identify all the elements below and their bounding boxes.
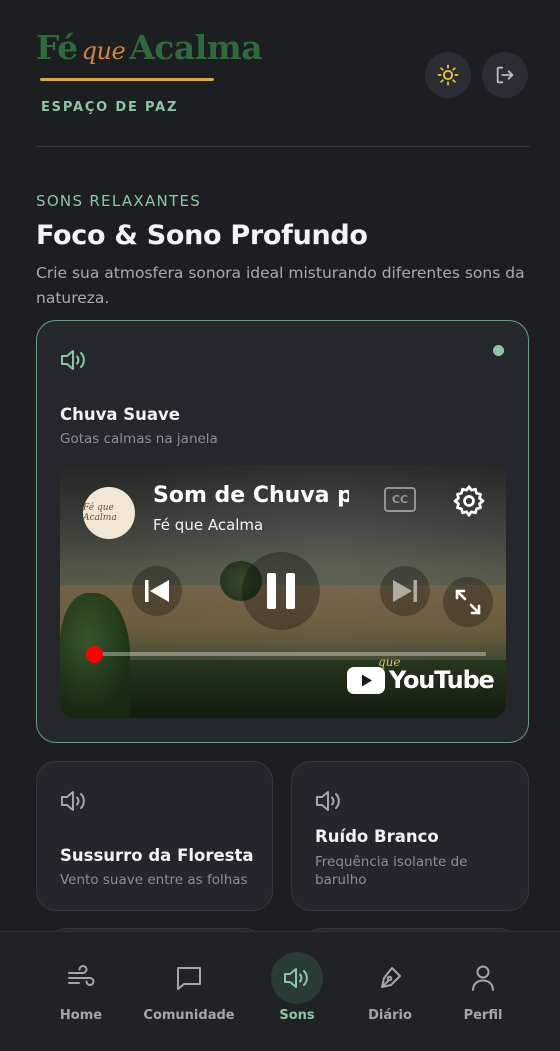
skip-previous-icon <box>145 580 169 602</box>
nav-home[interactable]: Home <box>31 932 131 1032</box>
sound-card-chuva-suave[interactable]: Chuva Suave Gotas calmas na janela Fé qu… <box>36 320 529 743</box>
video-title[interactable]: Som de Chuva pa <box>153 483 349 508</box>
wind-icon <box>68 965 95 986</box>
sound-subtitle: Vento suave entre as folhas <box>60 872 248 888</box>
gear-icon[interactable] <box>451 483 487 519</box>
speaker-icon <box>61 791 85 811</box>
next-button[interactable] <box>380 566 430 616</box>
nav-label: Perfil <box>463 1008 503 1023</box>
nav-perfil[interactable]: Perfil <box>433 932 533 1032</box>
fullscreen-button[interactable] <box>443 577 493 627</box>
chat-icon <box>177 967 201 990</box>
user-icon <box>472 965 494 991</box>
header-divider <box>36 146 530 147</box>
youtube-logo[interactable]: YouTube <box>347 666 495 694</box>
pen-icon <box>381 967 401 988</box>
nav-label: Comunidade <box>143 1008 235 1023</box>
speaker-icon <box>284 968 308 988</box>
youtube-wordmark: YouTube <box>389 666 495 694</box>
logo-word-fe: Fé <box>36 28 78 67</box>
theme-toggle-button[interactable] <box>425 52 471 98</box>
sound-subtitle: Frequência isolante de barulho <box>315 854 468 888</box>
nav-label: Home <box>59 1008 103 1023</box>
skip-next-icon <box>393 580 417 602</box>
tagline: ESPAÇO DE PAZ <box>41 100 179 115</box>
section-description: Crie sua atmosfera sonora ideal misturan… <box>36 264 525 307</box>
speaker-icon <box>316 791 340 811</box>
nav-comunidade[interactable]: Comunidade <box>139 932 239 1032</box>
section-label: SONS RELAXANTES <box>36 192 202 210</box>
sound-card-sussurro-da-floresta[interactable]: Sussurro da Floresta Vento suave entre a… <box>36 761 273 911</box>
progress-bar[interactable] <box>86 652 486 656</box>
sound-subtitle: Gotas calmas na janela <box>60 431 218 447</box>
logout-icon <box>496 66 514 84</box>
sound-title: Ruído Branco <box>315 827 439 846</box>
pause-button[interactable] <box>242 552 320 630</box>
nav-label: Sons <box>279 1008 315 1023</box>
logout-button[interactable] <box>482 52 528 98</box>
app-logo[interactable]: Fé que Acalma <box>36 28 263 67</box>
youtube-play-icon <box>347 666 385 694</box>
fullscreen-icon <box>455 589 481 615</box>
nav-diario[interactable]: Diário <box>340 932 440 1032</box>
active-indicator <box>493 345 504 356</box>
nav-sons[interactable]: Sons <box>247 932 347 1032</box>
sound-title: Sussurro da Floresta <box>60 846 254 865</box>
channel-avatar[interactable]: Fé que Acalma <box>83 487 135 539</box>
sound-title: Chuva Suave <box>60 405 180 424</box>
youtube-player[interactable]: Fé que Acalma Som de Chuva pa Fé que Aca… <box>60 465 506 718</box>
logo-underline <box>40 78 214 81</box>
speaker-icon <box>61 350 85 370</box>
pause-icon <box>267 573 295 609</box>
logo-word-acalma: Acalma <box>129 28 263 67</box>
sound-card-ruido-branco[interactable]: Ruído Branco Frequência isolante de baru… <box>291 761 529 911</box>
nav-label: Diário <box>368 1008 412 1023</box>
page-title: Foco & Sono Profundo <box>36 220 368 251</box>
sun-icon <box>437 64 459 86</box>
bottom-navigation: Home Comunidade Sons Diário Perfil <box>0 931 560 1051</box>
previous-button[interactable] <box>132 566 182 616</box>
channel-name[interactable]: Fé que Acalma <box>153 516 263 534</box>
captions-button[interactable]: CC <box>384 487 416 512</box>
progress-knob[interactable] <box>85 646 103 663</box>
logo-word-que: que <box>81 37 126 65</box>
app-header: Fé que Acalma ESPAÇO DE PAZ <box>36 28 530 148</box>
